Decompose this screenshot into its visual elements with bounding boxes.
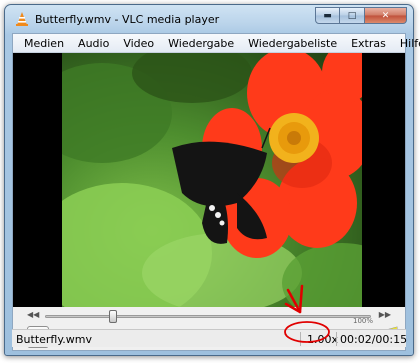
- seek-row: ◀◀ ▶▶: [13, 309, 405, 323]
- minimize-icon: ▬: [323, 10, 332, 21]
- menu-extras[interactable]: Extras: [344, 37, 393, 50]
- status-divider: [336, 332, 337, 346]
- maximize-button[interactable]: □: [340, 7, 365, 24]
- video-area[interactable]: [13, 53, 405, 307]
- menu-wiedergabeliste[interactable]: Wiedergabeliste: [241, 37, 344, 50]
- title-bar[interactable]: Butterfly.wmv - VLC media player ▬ □ ✕: [5, 5, 413, 33]
- butterfly-flower-image: [62, 53, 362, 307]
- menu-hilfe[interactable]: Hilfe: [393, 37, 420, 50]
- window-title: Butterfly.wmv - VLC media player: [35, 13, 220, 26]
- close-icon: ✕: [381, 10, 390, 21]
- menu-wiedergabe[interactable]: Wiedergabe: [161, 37, 241, 50]
- vlc-cone-icon: [16, 12, 28, 26]
- menu-bar: Medien Audio Video Wiedergabe Wiedergabe…: [13, 34, 420, 53]
- playback-speed[interactable]: 1.00x: [307, 333, 338, 346]
- volume-percent: 100%: [353, 317, 374, 325]
- video-frame: [62, 53, 362, 307]
- status-divider: [300, 332, 301, 346]
- maximize-icon: □: [347, 10, 357, 21]
- vlc-window: Butterfly.wmv - VLC media player ▬ □ ✕ M…: [4, 4, 420, 356]
- seek-slider[interactable]: [45, 315, 371, 318]
- minimize-button[interactable]: ▬: [315, 7, 340, 24]
- caption-buttons: ▬ □ ✕: [315, 7, 407, 24]
- status-bar: Butterfly.wmv 1.00x 00:02/00:15: [12, 329, 407, 347]
- menu-medien[interactable]: Medien: [17, 37, 71, 50]
- seek-back-icon[interactable]: ◀◀: [27, 310, 39, 319]
- close-button[interactable]: ✕: [365, 7, 407, 24]
- menu-video[interactable]: Video: [116, 37, 161, 50]
- playback-time[interactable]: 00:02/00:15: [340, 333, 407, 346]
- seek-handle[interactable]: [109, 310, 118, 323]
- status-filename: Butterfly.wmv: [16, 333, 93, 346]
- seek-forward-icon[interactable]: ▶▶: [379, 310, 391, 319]
- client-area: Medien Audio Video Wiedergabe Wiedergabe…: [12, 33, 420, 351]
- menu-audio[interactable]: Audio: [71, 37, 116, 50]
